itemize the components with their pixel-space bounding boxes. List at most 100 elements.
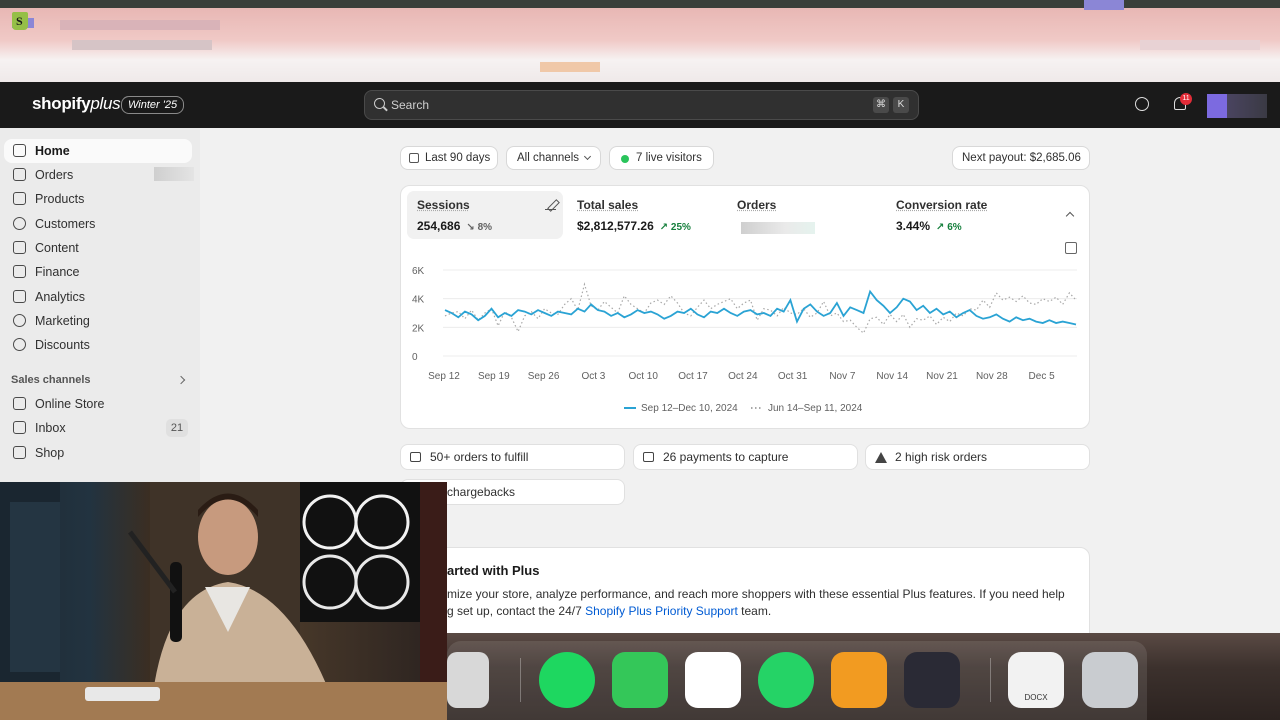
store-switcher-icon[interactable]: [1135, 97, 1149, 111]
chevron-down-icon: [583, 152, 592, 161]
x-tick-label: Nov 21: [926, 371, 958, 382]
sidebar-item-label: Online Store: [35, 397, 105, 411]
sidebar-item-label: Finance: [35, 265, 80, 279]
y-tick-label: 4K: [412, 295, 425, 306]
dock-divider: [520, 658, 521, 702]
whatsapp-icon[interactable]: [758, 652, 814, 708]
credit-card-icon: [643, 452, 654, 462]
metric-total-sales[interactable]: Total sales $2,812,577.26 ↗ 25%: [567, 191, 723, 239]
shopify-bag-icon: [12, 12, 28, 30]
inbox-tray-icon: [13, 168, 26, 181]
sidebar-item-customers[interactable]: Customers: [4, 212, 192, 236]
y-tick-label: 6K: [412, 266, 425, 277]
metric-value: $2,812,577.26 ↗ 25%: [577, 219, 691, 233]
shortcut-k-key: K: [893, 97, 909, 113]
messages-icon[interactable]: [612, 652, 668, 708]
spotify-icon[interactable]: [539, 652, 595, 708]
task-label: 50+ orders to fulfill: [430, 450, 529, 464]
sidebar-item-label: Marketing: [35, 314, 90, 328]
x-tick-label: Oct 17: [678, 371, 708, 382]
x-tick-label: Nov 14: [876, 371, 908, 382]
dock-divider: [990, 658, 991, 702]
sidebar-item-label: Discounts: [35, 338, 90, 352]
person-icon: [13, 217, 26, 230]
metric-orders[interactable]: Orders: [727, 191, 883, 239]
date-range-button[interactable]: Last 90 days: [400, 146, 498, 170]
webcam-overlay: [0, 482, 447, 720]
x-tick-label: Sep 26: [528, 371, 560, 382]
sidebar-item-label: Shop: [35, 446, 65, 460]
task-label: chargebacks: [447, 485, 516, 499]
metric-value: 254,686 ↘ 8%: [417, 219, 493, 233]
trash-icon[interactable]: [1082, 652, 1138, 708]
live-visitors-button[interactable]: 7 live visitors: [609, 146, 714, 170]
priority-support-link[interactable]: Shopify Plus Priority Support: [585, 604, 738, 618]
task-label: 2 high risk orders: [895, 450, 988, 464]
sidebar-item-label: Content: [35, 241, 79, 255]
sidebar-item-label: Home: [35, 144, 70, 158]
sidebar-item-discounts[interactable]: Discounts: [4, 333, 192, 357]
pages-icon[interactable]: [831, 652, 887, 708]
date-range-label: Last 90 days: [425, 152, 491, 164]
channels-dropdown[interactable]: All channels: [506, 146, 601, 170]
sidebar-item-label: Orders: [35, 168, 74, 182]
bar-chart-icon: [13, 290, 26, 303]
sidebar-item-marketing[interactable]: Marketing: [4, 309, 192, 333]
metric-sessions[interactable]: Sessions 254,686 ↘ 8%: [407, 191, 563, 239]
bank-icon: [13, 265, 26, 278]
sidebar-item-inbox[interactable]: Inbox 21: [4, 416, 192, 440]
warning-triangle-icon: [875, 452, 887, 463]
y-tick-label: 0: [412, 352, 418, 363]
getting-started-title: arted with Plus: [447, 563, 540, 578]
home-icon: [13, 144, 26, 157]
notification-count-badge: 11: [1180, 93, 1192, 105]
browser-chrome-blurred: [0, 0, 1280, 82]
metric-title: Total sales: [577, 198, 639, 212]
next-payout-label: Next payout: $2,685.06: [962, 152, 1081, 164]
edit-pencil-icon[interactable]: [545, 199, 556, 210]
search-input[interactable]: [364, 90, 919, 120]
orders-to-fulfill-button[interactable]: 50+ orders to fulfill: [400, 444, 625, 470]
shop-app-icon: [13, 446, 26, 459]
sidebar-item-products[interactable]: Products: [4, 187, 192, 211]
chat-icon: [13, 421, 26, 434]
sales-channels-heading: Sales channels: [11, 374, 91, 386]
calendar-icon: [409, 153, 419, 163]
search-placeholder: Search: [391, 98, 430, 112]
sidebar-item-label: Products: [35, 192, 85, 206]
docx-label: DOCX: [1024, 693, 1048, 702]
sidebar-item-online-store[interactable]: Online Store: [4, 392, 192, 416]
legend-label: Jun 14–Sep 11, 2024: [768, 403, 863, 414]
series-line-previous: [444, 282, 1077, 335]
shortcut-cmd-key: ⌘: [873, 97, 889, 113]
sidebar-item-finance[interactable]: Finance: [4, 260, 192, 284]
sidebar-item-shop[interactable]: Shop: [4, 441, 192, 465]
sidebar-item-analytics[interactable]: Analytics: [4, 285, 192, 309]
phone-mirroring-icon[interactable]: [447, 652, 489, 708]
tag-icon: [13, 192, 26, 205]
account-avatar-blurred[interactable]: [1207, 94, 1267, 118]
legend-label: Sep 12–Dec 10, 2024: [641, 403, 738, 414]
slack-icon[interactable]: [685, 652, 741, 708]
content-icon: [13, 241, 26, 254]
x-tick-label: Nov 28: [976, 371, 1008, 382]
metric-conversion-rate[interactable]: Conversion rate 3.44% ↗ 6%: [886, 191, 1042, 239]
brand-logo[interactable]: shopifyplus: [32, 94, 121, 114]
inbox-tray-icon: [410, 452, 421, 462]
series-line-current: [444, 289, 1077, 326]
sidebar-item-home[interactable]: Home: [4, 139, 192, 163]
sidebar-item-content[interactable]: Content: [4, 236, 192, 260]
metric-value: 3.44% ↗ 6%: [896, 219, 962, 233]
inbox-count-badge: 21: [166, 419, 188, 437]
zoom-chart-icon[interactable]: [1065, 242, 1077, 254]
orders-count-blurred: [154, 167, 194, 181]
next-payout-button[interactable]: Next payout: $2,685.06: [952, 146, 1090, 170]
metric-title: Orders: [737, 198, 777, 212]
orders-value-blurred: [741, 222, 815, 234]
high-risk-orders-button[interactable]: 2 high risk orders: [865, 444, 1090, 470]
docx-file-icon[interactable]: DOCX: [1008, 652, 1064, 708]
obs-icon[interactable]: [904, 652, 960, 708]
live-visitors-label: 7 live visitors: [636, 152, 702, 164]
x-tick-label: Oct 3: [581, 371, 605, 382]
payments-to-capture-button[interactable]: 26 payments to capture: [633, 444, 858, 470]
